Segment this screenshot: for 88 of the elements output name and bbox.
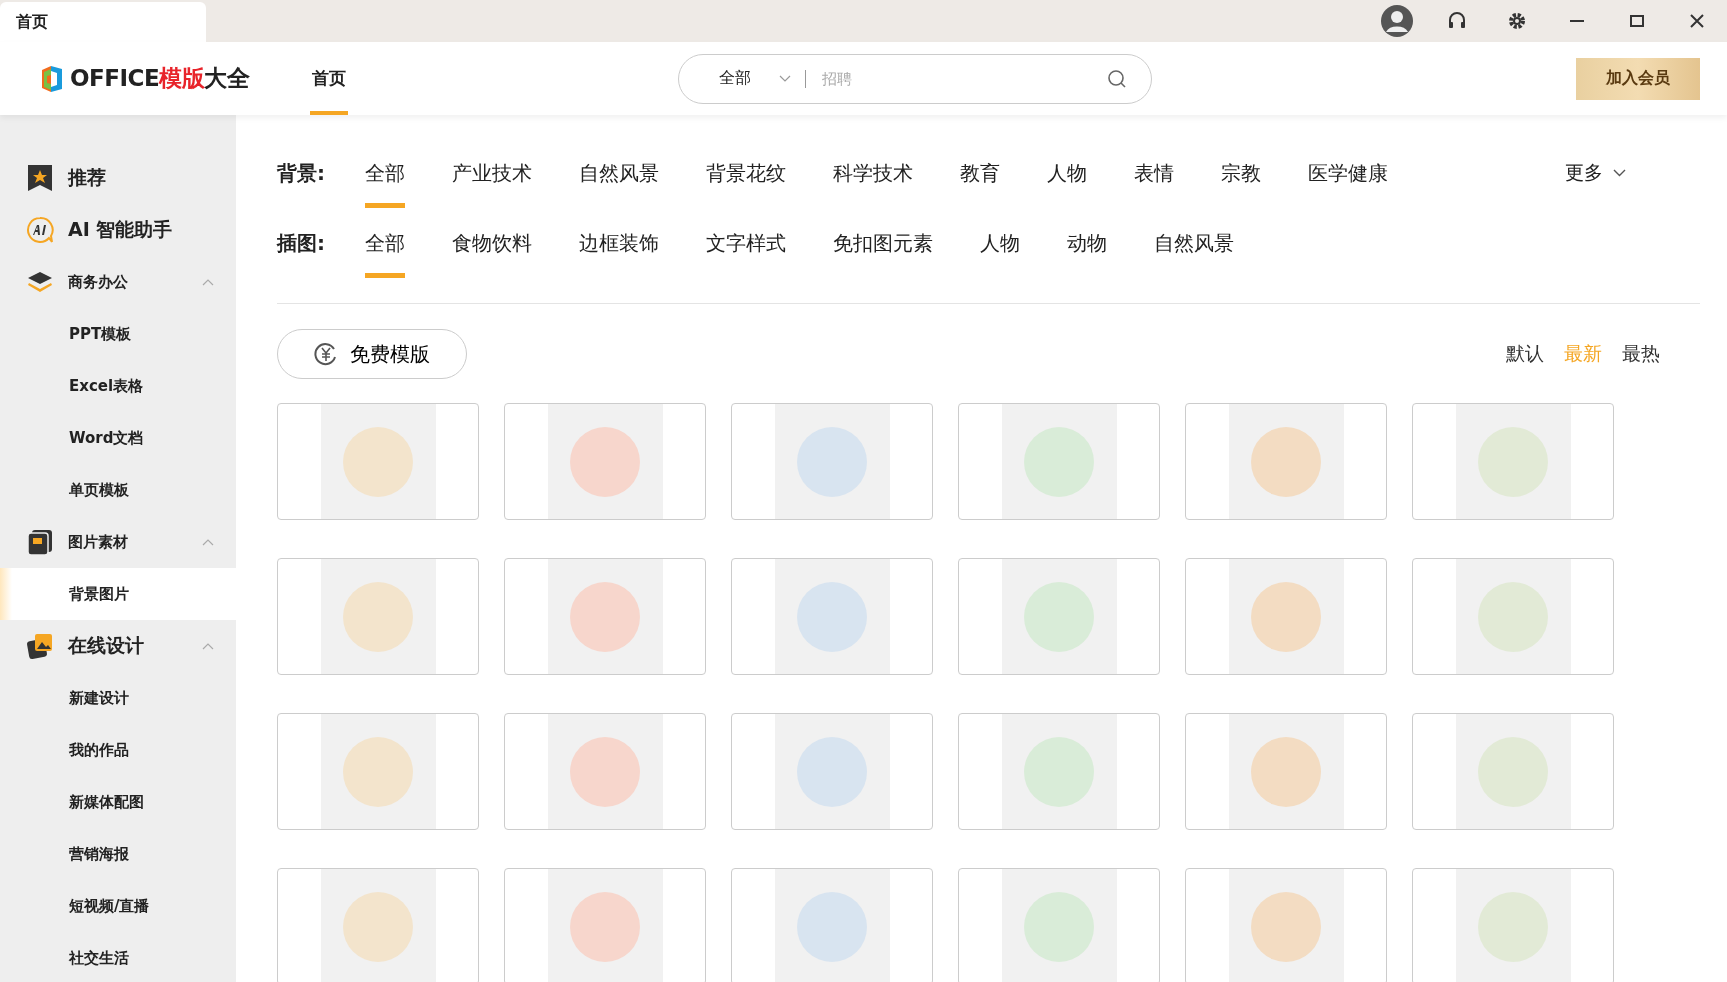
minimize-icon[interactable] (1570, 20, 1584, 22)
logo-text: OFFICE模版大全 (70, 64, 250, 93)
filter-option[interactable]: 教育 (960, 138, 1000, 208)
sidebar-subitem[interactable]: 背景图片 (0, 568, 236, 620)
template-card[interactable] (731, 558, 933, 675)
filter-label: 插图: (277, 229, 326, 257)
template-card[interactable] (731, 868, 933, 982)
user-avatar-icon[interactable] (1380, 4, 1414, 38)
join-member-button[interactable]: 加入会员 (1576, 57, 1700, 100)
sidebar-subitem[interactable]: 我的作品 (0, 724, 236, 776)
search-icon[interactable] (1107, 68, 1127, 89)
sidebar-item[interactable]: 推荐 (0, 152, 236, 204)
template-card[interactable] (958, 713, 1160, 830)
search-input[interactable]: 招聘 (820, 68, 1107, 89)
yuan-coin-icon (314, 342, 338, 366)
sidebar-subitem[interactable]: PPT模板 (0, 308, 236, 360)
nav-tab[interactable]: 首页 (310, 42, 348, 115)
sidebar-item[interactable]: 在线设计 (0, 620, 236, 672)
free-templates-button[interactable]: 免费模版 (277, 329, 467, 379)
sidebar-subitem[interactable]: 营销海报 (0, 828, 236, 880)
caret-up-icon[interactable] (202, 642, 214, 650)
sidebar-subitem[interactable]: 单页模板 (0, 464, 236, 516)
template-card[interactable] (504, 713, 706, 830)
filter-option[interactable]: 人物 (1047, 138, 1087, 208)
sidebar-item[interactable]: AI 智能助手 (0, 204, 236, 256)
chevron-down-icon (1613, 169, 1626, 177)
filter-option[interactable]: 人物 (980, 208, 1020, 278)
template-card[interactable] (958, 403, 1160, 520)
template-card[interactable] (1185, 713, 1387, 830)
category-dropdown[interactable]: 全部 (719, 69, 806, 88)
filter-option[interactable]: 全部 (365, 208, 405, 278)
settings-icon[interactable] (1507, 11, 1527, 31)
star-bookmark-icon (26, 164, 54, 192)
filter-option[interactable]: 自然风景 (579, 138, 659, 208)
filter-option[interactable]: 宗教 (1221, 138, 1261, 208)
logo-icon (40, 64, 64, 93)
template-card[interactable] (1185, 403, 1387, 520)
design-pictures-icon (26, 632, 54, 660)
template-card[interactable] (1412, 558, 1614, 675)
template-card[interactable] (504, 868, 706, 982)
template-card[interactable] (277, 713, 479, 830)
filter-label: 背景: (277, 159, 326, 187)
caret-up-icon[interactable] (202, 278, 214, 286)
sidebar-subitem[interactable]: 新建设计 (0, 672, 236, 724)
template-card[interactable] (1412, 868, 1614, 982)
sidebar-subitem[interactable]: Word文档 (0, 412, 236, 464)
filter-option[interactable]: 表情 (1134, 138, 1174, 208)
filter-option[interactable]: 动物 (1067, 208, 1107, 278)
sort-option[interactable]: 默认 (1506, 341, 1544, 367)
filter-option[interactable]: 产业技术 (452, 138, 532, 208)
filter-option[interactable]: 全部 (365, 138, 405, 208)
maximize-icon[interactable] (1630, 15, 1644, 27)
template-card[interactable] (1412, 403, 1614, 520)
template-card[interactable] (504, 403, 706, 520)
template-card[interactable] (731, 403, 933, 520)
window-tab[interactable]: 首页 (0, 2, 206, 42)
sidebar-subitem[interactable]: 社交生活 (0, 932, 236, 982)
more-dropdown[interactable]: 更多 (1565, 160, 1626, 186)
sidebar-item[interactable]: 商务办公 (0, 256, 236, 308)
headset-icon[interactable] (1447, 11, 1467, 31)
template-card[interactable] (277, 868, 479, 982)
filter-option[interactable]: 医学健康 (1308, 138, 1388, 208)
template-card[interactable] (277, 403, 479, 520)
template-card[interactable] (1185, 868, 1387, 982)
template-card[interactable] (277, 558, 479, 675)
filter-option[interactable]: 边框装饰 (579, 208, 659, 278)
sidebar-subitem[interactable]: 新媒体配图 (0, 776, 236, 828)
sort-option[interactable]: 最热 (1622, 341, 1660, 367)
filter-option[interactable]: 科学技术 (833, 138, 913, 208)
close-icon[interactable] (1690, 14, 1704, 28)
template-card[interactable] (958, 868, 1160, 982)
filter-option[interactable]: 免扣图元素 (833, 208, 933, 278)
template-card[interactable] (958, 558, 1160, 675)
ai-icon (26, 216, 54, 244)
template-card[interactable] (731, 713, 933, 830)
template-card[interactable] (1412, 713, 1614, 830)
picture-icon (26, 528, 54, 556)
chevron-down-icon (779, 75, 791, 82)
template-card[interactable] (504, 558, 706, 675)
filter-option[interactable]: 文字样式 (706, 208, 786, 278)
template-card[interactable] (1185, 558, 1387, 675)
sidebar-item[interactable]: 图片素材 (0, 516, 236, 568)
caret-up-icon[interactable] (202, 538, 214, 546)
sidebar-subitem[interactable]: 短视频/直播 (0, 880, 236, 932)
filter-option[interactable]: 背景花纹 (706, 138, 786, 208)
sidebar-subitem[interactable]: Excel表格 (0, 360, 236, 412)
filter-option[interactable]: 自然风景 (1154, 208, 1234, 278)
filter-option[interactable]: 食物饮料 (452, 208, 532, 278)
